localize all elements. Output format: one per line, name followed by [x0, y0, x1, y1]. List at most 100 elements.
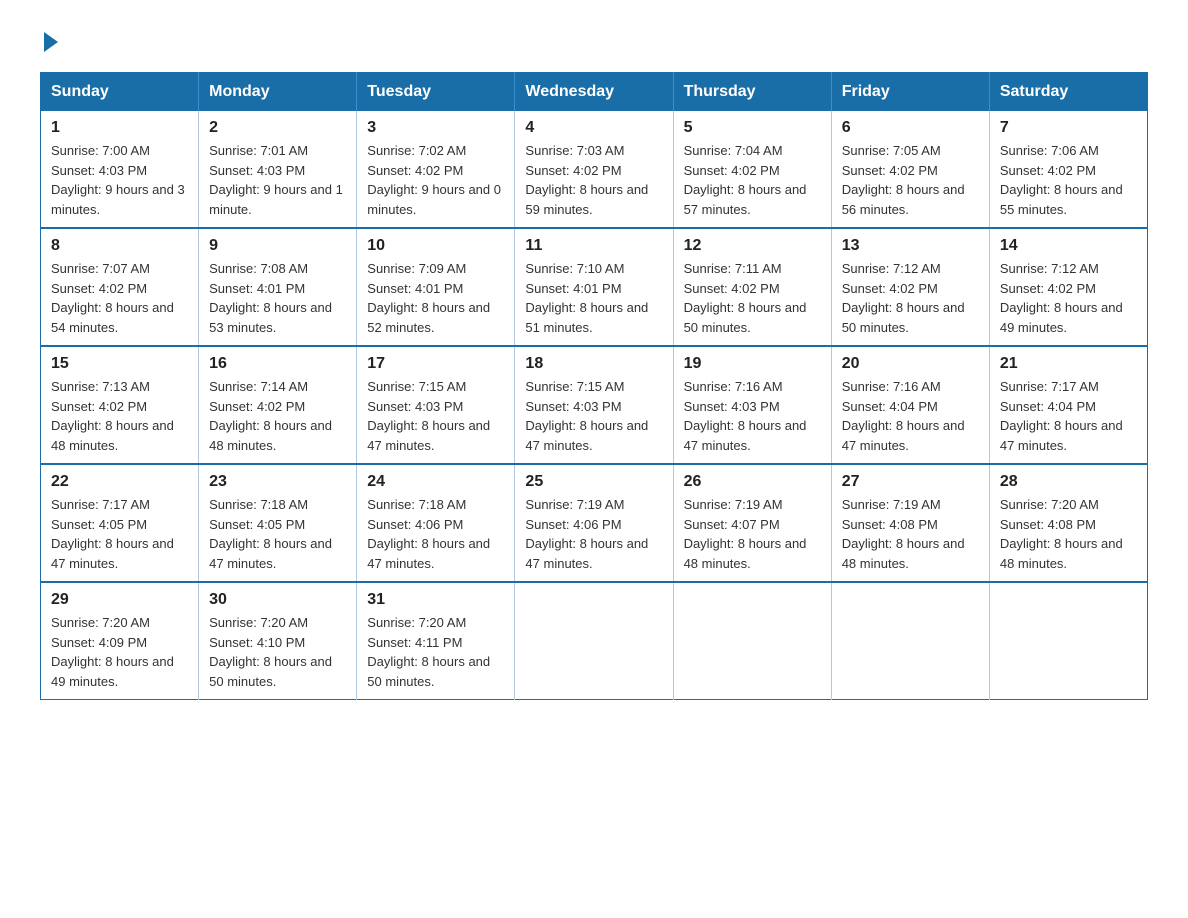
calendar-day-cell: 14 Sunrise: 7:12 AMSunset: 4:02 PMDayligh…: [989, 228, 1147, 346]
col-header-saturday: Saturday: [989, 73, 1147, 112]
calendar-day-cell: 17 Sunrise: 7:15 AMSunset: 4:03 PMDayligh…: [357, 346, 515, 464]
calendar-day-cell: [515, 582, 673, 700]
day-number: 24: [367, 473, 504, 491]
col-header-tuesday: Tuesday: [357, 73, 515, 112]
day-number: 6: [842, 119, 979, 137]
day-info: Sunrise: 7:18 AMSunset: 4:05 PMDaylight:…: [209, 495, 346, 573]
day-number: 31: [367, 591, 504, 609]
day-info: Sunrise: 7:15 AMSunset: 4:03 PMDaylight:…: [525, 377, 662, 455]
col-header-wednesday: Wednesday: [515, 73, 673, 112]
page-header: [40, 30, 1148, 52]
day-number: 14: [1000, 237, 1137, 255]
calendar-day-cell: 15 Sunrise: 7:13 AMSunset: 4:02 PMDayligh…: [41, 346, 199, 464]
calendar-day-cell: 22 Sunrise: 7:17 AMSunset: 4:05 PMDayligh…: [41, 464, 199, 582]
calendar-day-cell: 13Sunrise: 7:12 AMSunset: 4:02 PMDayligh…: [831, 228, 989, 346]
calendar-table: SundayMondayTuesdayWednesdayThursdayFrid…: [40, 72, 1148, 700]
day-number: 8: [51, 237, 188, 255]
calendar-day-cell: 5Sunrise: 7:04 AMSunset: 4:02 PMDaylight…: [673, 111, 831, 228]
day-number: 23: [209, 473, 346, 491]
day-info: Sunrise: 7:07 AMSunset: 4:02 PMDaylight:…: [51, 259, 188, 337]
day-number: 20: [842, 355, 979, 373]
calendar-day-cell: 2 Sunrise: 7:01 AMSunset: 4:03 PMDaylight…: [199, 111, 357, 228]
day-info: Sunrise: 7:02 AMSunset: 4:02 PMDaylight:…: [367, 141, 504, 219]
day-number: 17: [367, 355, 504, 373]
calendar-day-cell: 18 Sunrise: 7:15 AMSunset: 4:03 PMDayligh…: [515, 346, 673, 464]
day-info: Sunrise: 7:13 AMSunset: 4:02 PMDaylight:…: [51, 377, 188, 455]
calendar-day-cell: 26Sunrise: 7:19 AMSunset: 4:07 PMDayligh…: [673, 464, 831, 582]
calendar-day-cell: [673, 582, 831, 700]
logo: [40, 30, 58, 52]
day-number: 15: [51, 355, 188, 373]
calendar-day-cell: 3 Sunrise: 7:02 AMSunset: 4:02 PMDaylight…: [357, 111, 515, 228]
calendar-day-cell: 12Sunrise: 7:11 AMSunset: 4:02 PMDayligh…: [673, 228, 831, 346]
day-number: 2: [209, 119, 346, 137]
day-number: 11: [525, 237, 662, 255]
day-number: 12: [684, 237, 821, 255]
calendar-day-cell: 29Sunrise: 7:20 AMSunset: 4:09 PMDayligh…: [41, 582, 199, 700]
day-number: 5: [684, 119, 821, 137]
day-number: 21: [1000, 355, 1137, 373]
day-number: 9: [209, 237, 346, 255]
col-header-friday: Friday: [831, 73, 989, 112]
calendar-day-cell: 4 Sunrise: 7:03 AMSunset: 4:02 PMDaylight…: [515, 111, 673, 228]
day-info: Sunrise: 7:05 AMSunset: 4:02 PMDaylight:…: [842, 141, 979, 219]
col-header-sunday: Sunday: [41, 73, 199, 112]
day-number: 27: [842, 473, 979, 491]
calendar-day-cell: 19 Sunrise: 7:16 AMSunset: 4:03 PMDayligh…: [673, 346, 831, 464]
day-number: 10: [367, 237, 504, 255]
day-info: Sunrise: 7:12 AMSunset: 4:02 PMDaylight:…: [1000, 259, 1137, 337]
day-info: Sunrise: 7:08 AMSunset: 4:01 PMDaylight:…: [209, 259, 346, 337]
day-info: Sunrise: 7:17 AMSunset: 4:04 PMDaylight:…: [1000, 377, 1137, 455]
calendar-week-row: 8 Sunrise: 7:07 AMSunset: 4:02 PMDaylight…: [41, 228, 1148, 346]
day-info: Sunrise: 7:20 AMSunset: 4:08 PMDaylight:…: [1000, 495, 1137, 573]
calendar-day-cell: [989, 582, 1147, 700]
calendar-day-cell: 20 Sunrise: 7:16 AMSunset: 4:04 PMDayligh…: [831, 346, 989, 464]
logo-arrow-icon: [44, 32, 58, 52]
calendar-day-cell: 30Sunrise: 7:20 AMSunset: 4:10 PMDayligh…: [199, 582, 357, 700]
calendar-day-cell: 23 Sunrise: 7:18 AMSunset: 4:05 PMDayligh…: [199, 464, 357, 582]
day-info: Sunrise: 7:09 AMSunset: 4:01 PMDaylight:…: [367, 259, 504, 337]
day-info: Sunrise: 7:01 AMSunset: 4:03 PMDaylight:…: [209, 141, 346, 219]
day-info: Sunrise: 7:00 AMSunset: 4:03 PMDaylight:…: [51, 141, 188, 219]
calendar-body: 1 Sunrise: 7:00 AMSunset: 4:03 PMDaylight…: [41, 111, 1148, 700]
day-info: Sunrise: 7:19 AMSunset: 4:06 PMDaylight:…: [525, 495, 662, 573]
calendar-day-cell: 25 Sunrise: 7:19 AMSunset: 4:06 PMDayligh…: [515, 464, 673, 582]
calendar-week-row: 1 Sunrise: 7:00 AMSunset: 4:03 PMDaylight…: [41, 111, 1148, 228]
day-number: 4: [525, 119, 662, 137]
day-info: Sunrise: 7:20 AMSunset: 4:09 PMDaylight:…: [51, 613, 188, 691]
calendar-week-row: 15 Sunrise: 7:13 AMSunset: 4:02 PMDayligh…: [41, 346, 1148, 464]
calendar-day-cell: 8 Sunrise: 7:07 AMSunset: 4:02 PMDaylight…: [41, 228, 199, 346]
day-number: 16: [209, 355, 346, 373]
day-number: 13: [842, 237, 979, 255]
calendar-day-cell: 7Sunrise: 7:06 AMSunset: 4:02 PMDaylight…: [989, 111, 1147, 228]
day-info: Sunrise: 7:03 AMSunset: 4:02 PMDaylight:…: [525, 141, 662, 219]
col-header-monday: Monday: [199, 73, 357, 112]
day-number: 1: [51, 119, 188, 137]
col-header-thursday: Thursday: [673, 73, 831, 112]
day-number: 3: [367, 119, 504, 137]
day-info: Sunrise: 7:10 AMSunset: 4:01 PMDaylight:…: [525, 259, 662, 337]
day-number: 19: [684, 355, 821, 373]
calendar-day-cell: 24 Sunrise: 7:18 AMSunset: 4:06 PMDayligh…: [357, 464, 515, 582]
day-number: 18: [525, 355, 662, 373]
calendar-day-cell: 10 Sunrise: 7:09 AMSunset: 4:01 PMDayligh…: [357, 228, 515, 346]
calendar-header: SundayMondayTuesdayWednesdayThursdayFrid…: [41, 73, 1148, 112]
day-number: 30: [209, 591, 346, 609]
calendar-day-cell: 1 Sunrise: 7:00 AMSunset: 4:03 PMDaylight…: [41, 111, 199, 228]
day-info: Sunrise: 7:14 AMSunset: 4:02 PMDaylight:…: [209, 377, 346, 455]
day-info: Sunrise: 7:17 AMSunset: 4:05 PMDaylight:…: [51, 495, 188, 573]
day-number: 7: [1000, 119, 1137, 137]
day-info: Sunrise: 7:15 AMSunset: 4:03 PMDaylight:…: [367, 377, 504, 455]
calendar-day-cell: 27 Sunrise: 7:19 AMSunset: 4:08 PMDayligh…: [831, 464, 989, 582]
calendar-day-cell: 11 Sunrise: 7:10 AMSunset: 4:01 PMDayligh…: [515, 228, 673, 346]
day-info: Sunrise: 7:18 AMSunset: 4:06 PMDaylight:…: [367, 495, 504, 573]
day-number: 22: [51, 473, 188, 491]
calendar-week-row: 22 Sunrise: 7:17 AMSunset: 4:05 PMDayligh…: [41, 464, 1148, 582]
calendar-day-cell: 31Sunrise: 7:20 AMSunset: 4:11 PMDayligh…: [357, 582, 515, 700]
day-number: 28: [1000, 473, 1137, 491]
day-info: Sunrise: 7:16 AMSunset: 4:03 PMDaylight:…: [684, 377, 821, 455]
day-info: Sunrise: 7:19 AMSunset: 4:08 PMDaylight:…: [842, 495, 979, 573]
calendar-day-cell: [831, 582, 989, 700]
day-number: 25: [525, 473, 662, 491]
day-info: Sunrise: 7:16 AMSunset: 4:04 PMDaylight:…: [842, 377, 979, 455]
